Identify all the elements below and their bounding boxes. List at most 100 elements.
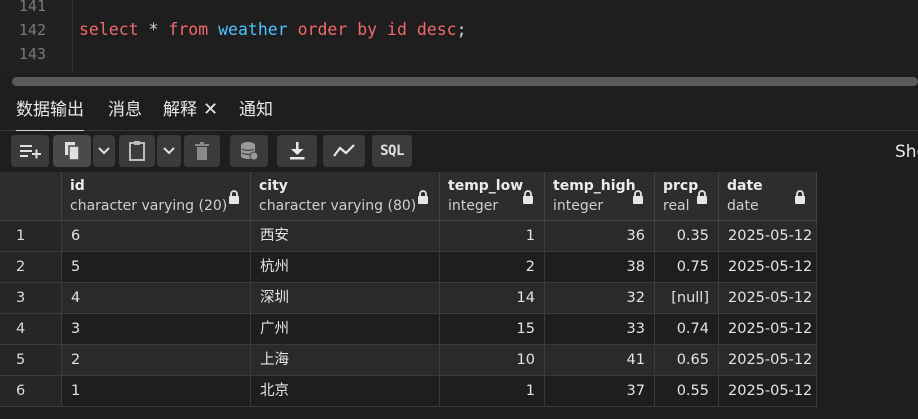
cell-temp-low[interactable]: 1 (440, 376, 545, 407)
tab-messages[interactable]: 消息 (108, 92, 142, 130)
sql-column: id (387, 20, 407, 39)
row-number[interactable]: 6 (0, 376, 62, 407)
cell-temp-high[interactable]: 37 (545, 376, 655, 407)
cell-id[interactable]: 2 (62, 345, 251, 376)
column-type: character varying (20) (70, 198, 228, 214)
row-number[interactable]: 1 (0, 221, 62, 252)
download-button[interactable] (277, 135, 317, 167)
row-number[interactable]: 2 (0, 252, 62, 283)
cell-id[interactable]: 3 (62, 314, 251, 345)
column-header-row-number (0, 172, 62, 221)
chevron-down-icon (163, 147, 175, 155)
copy-options-dropdown[interactable] (93, 135, 115, 167)
code-line-142[interactable]: select * from weather order by id desc; (79, 18, 467, 42)
cell-city[interactable]: 深圳 (251, 283, 440, 314)
sql-keyword: by (357, 20, 378, 39)
download-icon (290, 142, 305, 160)
lock-icon (696, 189, 708, 208)
cell-date[interactable]: 2025-05-12 (719, 252, 817, 283)
line-number-gutter: 141 142 143 (0, 0, 73, 72)
line-number: 143 (18, 45, 46, 63)
cell-temp-low[interactable]: 10 (440, 345, 545, 376)
paste-button[interactable] (119, 135, 155, 167)
column-header-city[interactable]: city character varying (80) (251, 172, 440, 221)
row-number[interactable]: 5 (0, 345, 62, 376)
column-name: date (727, 178, 763, 194)
scrollbar-thumb[interactable] (12, 77, 918, 86)
column-name: id (70, 178, 85, 194)
cell-prcp[interactable]: 0.74 (655, 314, 719, 345)
cell-date[interactable]: 2025-05-12 (719, 221, 817, 252)
sql-operator: * (148, 20, 159, 39)
editor-horizontal-scrollbar[interactable] (0, 72, 918, 92)
copy-button[interactable] (53, 135, 91, 167)
graph-visualiser-button[interactable] (323, 135, 365, 167)
cell-city[interactable]: 广州 (251, 314, 440, 345)
result-tabs: 数据输出 消息 解释 ✕ 通知 (0, 92, 918, 132)
column-header-date[interactable]: date date (719, 172, 817, 221)
cell-prcp[interactable]: 0.75 (655, 252, 719, 283)
cell-id[interactable]: 1 (62, 376, 251, 407)
delete-row-button[interactable] (184, 135, 220, 167)
sql-keyword: select (79, 20, 139, 39)
clipboard-icon (129, 141, 145, 161)
cell-id[interactable]: 4 (62, 283, 251, 314)
cell-city[interactable]: 北京 (251, 376, 440, 407)
row-number[interactable]: 3 (0, 283, 62, 314)
save-data-button[interactable] (230, 135, 268, 167)
cell-temp-low[interactable]: 15 (440, 314, 545, 345)
lock-icon (228, 189, 240, 208)
cell-city[interactable]: 杭州 (251, 252, 440, 283)
column-header-id[interactable]: id character varying (20) (62, 172, 251, 221)
lock-icon (794, 189, 806, 208)
line-chart-icon (333, 144, 355, 157)
paste-options-dropdown[interactable] (157, 135, 181, 167)
database-save-icon (241, 142, 259, 161)
cell-temp-high[interactable]: 33 (545, 314, 655, 345)
column-header-prcp[interactable]: prcp real (655, 172, 719, 221)
lock-icon (632, 189, 644, 208)
row-number[interactable]: 4 (0, 314, 62, 345)
cell-date[interactable]: 2025-05-12 (719, 345, 817, 376)
tab-label: 解释 (163, 100, 197, 120)
tab-data-output[interactable]: 数据输出 (16, 92, 84, 132)
cell-temp-high[interactable]: 36 (545, 221, 655, 252)
sql-editor[interactable]: 141 142 143 select * from weather order … (0, 0, 918, 72)
sql-keyword: desc (416, 20, 457, 39)
column-type: integer (553, 198, 604, 214)
tab-label: 数据输出 (16, 100, 84, 120)
cell-temp-low[interactable]: 2 (440, 252, 545, 283)
sql-terminator: ; (456, 20, 467, 39)
cell-city[interactable]: 西安 (251, 221, 440, 252)
cell-temp-high[interactable]: 38 (545, 252, 655, 283)
column-header-temp-high[interactable]: temp_high integer (545, 172, 655, 221)
cell-temp-low[interactable]: 14 (440, 283, 545, 314)
column-header-temp-low[interactable]: temp_low integer (440, 172, 545, 221)
cell-temp-high[interactable]: 32 (545, 283, 655, 314)
cell-date[interactable]: 2025-05-12 (719, 376, 817, 407)
cell-date[interactable]: 2025-05-12 (719, 283, 817, 314)
tab-explain[interactable]: 解释 ✕ (163, 92, 218, 130)
cell-temp-low[interactable]: 1 (440, 221, 545, 252)
cell-prcp[interactable]: 0.35 (655, 221, 719, 252)
cell-prcp[interactable]: [null] (655, 283, 719, 314)
add-row-button[interactable] (11, 135, 49, 167)
cell-temp-high[interactable]: 41 (545, 345, 655, 376)
sql-keyword: from (168, 20, 209, 39)
chevron-down-icon (98, 147, 110, 155)
cell-id[interactable]: 5 (62, 252, 251, 283)
sql-view-button[interactable]: SQL (372, 135, 412, 167)
close-icon[interactable]: ✕ (203, 99, 218, 120)
cell-id[interactable]: 6 (62, 221, 251, 252)
show-truncated-label[interactable]: Sho (895, 142, 918, 162)
tab-notifications[interactable]: 通知 (239, 92, 273, 130)
cell-date[interactable]: 2025-05-12 (719, 314, 817, 345)
cell-city[interactable]: 上海 (251, 345, 440, 376)
results-data-grid: id character varying (20) city character va… (0, 172, 918, 419)
cell-prcp[interactable]: 0.55 (655, 376, 719, 407)
line-number: 141 (18, 0, 46, 15)
column-type: character varying (80) (259, 198, 417, 214)
cell-prcp[interactable]: 0.65 (655, 345, 719, 376)
column-name: city (259, 178, 288, 194)
column-type: integer (448, 198, 499, 214)
